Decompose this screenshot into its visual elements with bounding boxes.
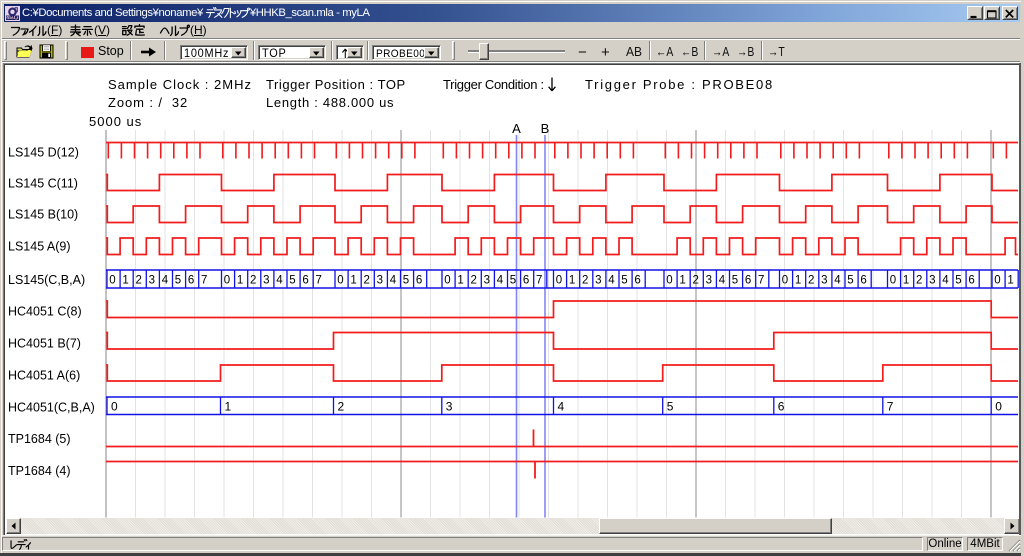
- svg-text:6: 6: [745, 275, 751, 287]
- svg-text:LS145 C(11): LS145 C(11): [8, 177, 78, 191]
- svg-text:HC4051 B(7): HC4051 B(7): [8, 337, 81, 351]
- svg-text:HC4051 A(6): HC4051 A(6): [8, 369, 80, 383]
- svg-text:6: 6: [302, 275, 308, 287]
- svg-text:3: 3: [263, 275, 269, 287]
- svg-text:TP1684 (5): TP1684 (5): [8, 432, 71, 446]
- svg-text:2: 2: [471, 275, 477, 287]
- svg-text:5: 5: [403, 275, 409, 287]
- svg-text:4: 4: [497, 275, 504, 287]
- svg-text:0: 0: [556, 275, 562, 287]
- svg-text:HC4051(C,B,A): HC4051(C,B,A): [8, 401, 95, 415]
- svg-text:6: 6: [416, 275, 422, 287]
- svg-text:0: 0: [995, 400, 1002, 414]
- svg-text:0: 0: [337, 275, 343, 287]
- svg-text:2: 2: [582, 275, 588, 287]
- svg-text:1: 1: [903, 275, 909, 287]
- svg-text:B: B: [541, 121, 550, 136]
- svg-text:0: 0: [890, 275, 896, 287]
- svg-text:4: 4: [608, 275, 615, 287]
- svg-text:3: 3: [706, 275, 712, 287]
- svg-text:1: 1: [569, 275, 575, 287]
- svg-text:3: 3: [149, 275, 155, 287]
- svg-text:2: 2: [136, 275, 142, 287]
- svg-text:0: 0: [994, 275, 1000, 287]
- svg-text:LS145 B(10): LS145 B(10): [8, 208, 78, 222]
- svg-text:4: 4: [276, 275, 283, 287]
- svg-text:0: 0: [109, 275, 115, 287]
- svg-text:6: 6: [188, 275, 194, 287]
- svg-text:0: 0: [782, 275, 788, 287]
- svg-text:6: 6: [778, 400, 785, 414]
- svg-text:2: 2: [916, 275, 922, 287]
- svg-text:0: 0: [444, 275, 450, 287]
- svg-text:4: 4: [942, 275, 949, 287]
- svg-text:7: 7: [536, 275, 542, 287]
- svg-text:1: 1: [122, 275, 128, 287]
- svg-text:4: 4: [719, 275, 726, 287]
- svg-text:5: 5: [847, 275, 853, 287]
- svg-text:LS145 D(12): LS145 D(12): [8, 146, 79, 160]
- svg-text:7: 7: [758, 275, 764, 287]
- svg-text:5: 5: [510, 275, 516, 287]
- svg-text:6: 6: [523, 275, 529, 287]
- svg-text:6: 6: [968, 275, 974, 287]
- svg-text:5: 5: [732, 275, 738, 287]
- svg-text:3: 3: [821, 275, 827, 287]
- svg-text:LS145(C,B,A): LS145(C,B,A): [8, 273, 85, 287]
- svg-text:5: 5: [621, 275, 627, 287]
- svg-text:2: 2: [693, 275, 699, 287]
- svg-text:1: 1: [679, 275, 685, 287]
- svg-text:2: 2: [250, 275, 256, 287]
- svg-text:7: 7: [887, 400, 894, 414]
- svg-text:7: 7: [201, 275, 207, 287]
- svg-text:5: 5: [667, 400, 674, 414]
- svg-text:5: 5: [175, 275, 181, 287]
- svg-text:2: 2: [364, 275, 370, 287]
- svg-text:5: 5: [289, 275, 295, 287]
- svg-text:TP1684 (4): TP1684 (4): [8, 464, 71, 478]
- svg-text:4: 4: [834, 275, 841, 287]
- svg-text:4: 4: [558, 400, 565, 414]
- svg-text:6: 6: [634, 275, 640, 287]
- svg-text:4: 4: [390, 275, 397, 287]
- svg-text:3: 3: [377, 275, 383, 287]
- svg-text:3: 3: [484, 275, 490, 287]
- svg-text:2: 2: [808, 275, 814, 287]
- svg-text:1: 1: [795, 275, 801, 287]
- svg-text:4: 4: [162, 275, 169, 287]
- svg-text:0: 0: [224, 275, 230, 287]
- svg-text:1: 1: [1007, 275, 1013, 287]
- svg-text:1: 1: [457, 275, 463, 287]
- svg-text:3: 3: [595, 275, 601, 287]
- svg-text:3: 3: [929, 275, 935, 287]
- svg-text:3: 3: [446, 400, 453, 414]
- svg-text:5: 5: [955, 275, 961, 287]
- svg-text:HC4051 C(8): HC4051 C(8): [8, 305, 82, 319]
- svg-text:1: 1: [225, 400, 232, 414]
- svg-text:2: 2: [338, 400, 345, 414]
- svg-text:A: A: [512, 121, 521, 136]
- svg-text:LS145 A(9): LS145 A(9): [8, 240, 71, 254]
- svg-text:1: 1: [237, 275, 243, 287]
- svg-text:1: 1: [350, 275, 356, 287]
- svg-text:6: 6: [860, 275, 866, 287]
- svg-text:7: 7: [316, 275, 322, 287]
- svg-text:0: 0: [111, 400, 118, 414]
- svg-text:0: 0: [666, 275, 672, 287]
